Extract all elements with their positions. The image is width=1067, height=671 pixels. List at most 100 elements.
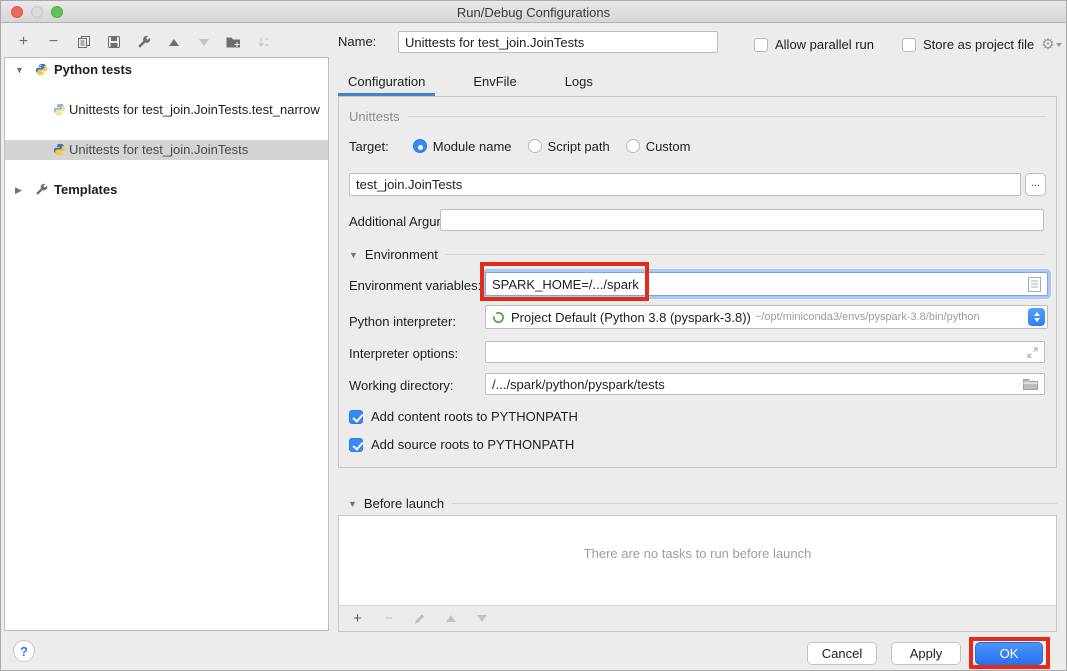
env-vars-row: Environment variables: bbox=[349, 273, 481, 297]
move-task-down-icon[interactable] bbox=[473, 610, 490, 627]
interpreter-options-label: Interpreter options: bbox=[349, 346, 458, 361]
environment-section-label: Environment bbox=[365, 247, 438, 262]
tree-item-test-narrow[interactable]: Unittests for test_join.JoinTests.test_n… bbox=[5, 100, 328, 120]
before-launch-empty-message: There are no tasks to run before launch bbox=[339, 546, 1056, 561]
browse-module-button[interactable]: ... bbox=[1025, 173, 1046, 196]
script-path-radio[interactable] bbox=[528, 139, 542, 153]
expand-icon[interactable]: ▶ bbox=[15, 180, 27, 200]
radio-script-path[interactable]: Script path bbox=[528, 139, 610, 154]
python-tests-icon bbox=[35, 63, 48, 76]
custom-radio[interactable] bbox=[626, 139, 640, 153]
store-as-project-file-checkbox[interactable] bbox=[902, 38, 916, 52]
store-as-project-file-option[interactable]: Store as project file ⚙ bbox=[902, 37, 1062, 52]
store-as-project-file-label: Store as project file bbox=[923, 37, 1034, 52]
environment-variables-label: Environment variables: bbox=[349, 278, 481, 293]
working-directory-input[interactable]: /.../spark/python/pyspark/tests bbox=[485, 373, 1045, 395]
python-interpreter-select[interactable]: Project Default (Python 3.8 (pyspark-3.8… bbox=[485, 305, 1048, 329]
python-test-icon bbox=[53, 103, 66, 116]
allow-parallel-run-label: Allow parallel run bbox=[775, 37, 874, 52]
target-label: Target: bbox=[349, 139, 389, 154]
add-content-roots-option[interactable]: Add content roots to PYTHONPATH bbox=[349, 409, 578, 424]
tab-logs[interactable]: Logs bbox=[555, 70, 603, 96]
tab-configuration[interactable]: Configuration bbox=[338, 70, 435, 96]
move-down-icon[interactable] bbox=[195, 34, 212, 51]
tab-bar: Configuration EnvFile Logs bbox=[338, 70, 603, 96]
environment-collapse-icon[interactable]: ▼ bbox=[349, 250, 358, 260]
apply-button[interactable]: Apply bbox=[891, 642, 961, 665]
move-task-up-icon[interactable] bbox=[442, 610, 459, 627]
remove-configuration-icon[interactable]: − bbox=[45, 34, 62, 51]
add-source-roots-option[interactable]: Add source roots to PYTHONPATH bbox=[349, 437, 574, 452]
add-configuration-icon[interactable]: + bbox=[15, 34, 32, 51]
expand-field-icon[interactable] bbox=[1027, 347, 1038, 358]
working-directory-value: /.../spark/python/pyspark/tests bbox=[492, 377, 665, 392]
interpreter-options-input[interactable] bbox=[485, 341, 1045, 363]
edit-env-vars-list-icon[interactable] bbox=[1028, 277, 1041, 292]
tree-item-label: Unittests for test_join.JoinTests bbox=[69, 140, 248, 160]
add-content-roots-label: Add content roots to PYTHONPATH bbox=[371, 409, 578, 424]
allow-parallel-run-option[interactable]: Allow parallel run bbox=[754, 37, 874, 52]
interpreter-stepper-icon[interactable] bbox=[1028, 308, 1045, 326]
module-name-radio[interactable] bbox=[413, 139, 427, 153]
configurations-toolbar: + − bbox=[15, 32, 272, 52]
add-source-roots-label: Add source roots to PYTHONPATH bbox=[371, 437, 574, 452]
store-options-gear-icon[interactable]: ⚙ bbox=[1041, 38, 1061, 52]
before-launch-section-header[interactable]: ▼ Before launch bbox=[348, 496, 1057, 511]
help-button[interactable]: ? bbox=[13, 640, 35, 662]
conda-env-icon bbox=[492, 311, 505, 324]
tree-item-jointests-selected[interactable]: Unittests for test_join.JoinTests bbox=[5, 140, 328, 160]
tree-group-templates[interactable]: ▶ Templates bbox=[5, 180, 328, 200]
remove-task-icon[interactable]: − bbox=[380, 610, 397, 627]
tree-group-label: Python tests bbox=[54, 60, 132, 80]
browse-folder-icon[interactable] bbox=[1023, 378, 1038, 390]
add-content-roots-checkbox[interactable] bbox=[349, 410, 363, 424]
radio-module-name[interactable]: Module name bbox=[413, 139, 512, 154]
working-directory-label: Working directory: bbox=[349, 378, 454, 393]
add-source-roots-checkbox[interactable] bbox=[349, 438, 363, 452]
configurations-tree: ▼ Python tests Unittests for test_join.J… bbox=[4, 57, 329, 631]
sort-configurations-icon[interactable] bbox=[255, 34, 272, 51]
edit-templates-icon[interactable] bbox=[135, 34, 152, 51]
working-directory-row: Working directory: bbox=[349, 374, 454, 396]
new-folder-icon[interactable] bbox=[225, 34, 242, 51]
run-debug-configurations-dialog: Run/Debug Configurations + − ▼ Python bbox=[0, 0, 1067, 671]
before-launch-tasks-panel: There are no tasks to run before launch … bbox=[338, 515, 1057, 632]
unittests-group-title: Unittests bbox=[349, 109, 400, 124]
environment-variables-value: SPARK_HOME=/.../spark bbox=[492, 277, 639, 292]
python-interpreter-label: Python interpreter: bbox=[349, 314, 456, 329]
radio-custom[interactable]: Custom bbox=[626, 139, 691, 154]
collapse-icon[interactable]: ▼ bbox=[15, 60, 27, 80]
cancel-button[interactable]: Cancel bbox=[807, 642, 877, 665]
additional-arguments-input[interactable] bbox=[440, 209, 1044, 231]
add-task-icon[interactable]: + bbox=[349, 610, 366, 627]
tab-envfile[interactable]: EnvFile bbox=[463, 70, 526, 96]
module-name-input[interactable] bbox=[349, 173, 1021, 196]
copy-configuration-icon[interactable] bbox=[75, 34, 92, 51]
environment-variables-input[interactable]: SPARK_HOME=/.../spark bbox=[485, 272, 1048, 296]
python-interpreter-row: Python interpreter: bbox=[349, 309, 456, 333]
name-label: Name: bbox=[338, 34, 376, 49]
environment-section-header[interactable]: ▼ Environment bbox=[349, 247, 1046, 262]
titlebar[interactable]: Run/Debug Configurations bbox=[1, 1, 1066, 23]
before-launch-toolbar: + − bbox=[339, 605, 1056, 631]
tree-templates-label: Templates bbox=[54, 180, 117, 200]
edit-task-icon[interactable] bbox=[411, 610, 428, 627]
move-up-icon[interactable] bbox=[165, 34, 182, 51]
name-row: Name: bbox=[338, 34, 376, 56]
ok-button[interactable]: OK bbox=[975, 642, 1043, 665]
interpreter-options-row: Interpreter options: bbox=[349, 342, 458, 364]
tree-group-python-tests[interactable]: ▼ Python tests bbox=[5, 60, 328, 80]
before-launch-collapse-icon[interactable]: ▼ bbox=[348, 499, 357, 509]
before-launch-label: Before launch bbox=[364, 496, 444, 511]
tree-item-label: Unittests for test_join.JoinTests.test_n… bbox=[69, 100, 320, 120]
allow-parallel-run-checkbox[interactable] bbox=[754, 38, 768, 52]
python-test-icon bbox=[53, 143, 66, 156]
unittests-group-header: Unittests bbox=[349, 109, 1046, 124]
python-interpreter-path: ~/opt/miniconda3/envs/pyspark-3.8/bin/py… bbox=[755, 311, 1023, 323]
configuration-panel: Unittests Target: Module name Script pat… bbox=[338, 96, 1057, 468]
window-title: Run/Debug Configurations bbox=[1, 5, 1066, 20]
save-configuration-icon[interactable] bbox=[105, 34, 122, 51]
target-row: Target: Module name Script path Custom bbox=[349, 137, 706, 155]
name-input[interactable] bbox=[398, 31, 718, 53]
templates-wrench-icon bbox=[35, 183, 48, 196]
